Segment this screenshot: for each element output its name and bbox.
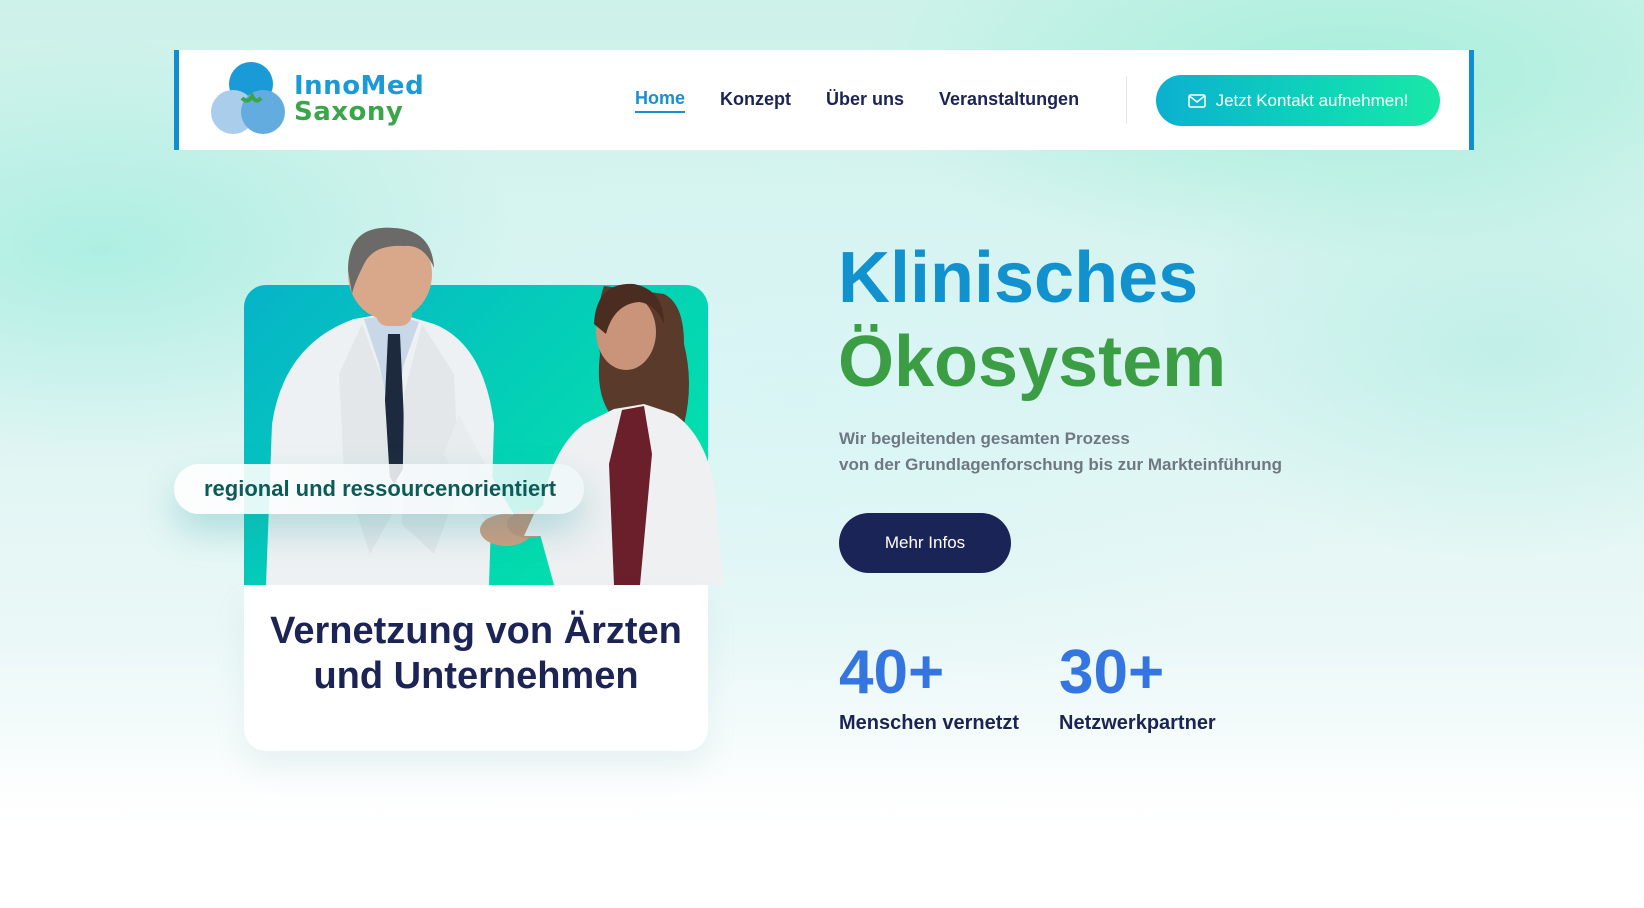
stat-people-label: Menschen vernetzt xyxy=(839,712,1020,734)
contact-button-label: Jetzt Kontakt aufnehmen! xyxy=(1215,90,1409,110)
nav-divider xyxy=(1126,76,1127,124)
main-nav: Home Konzept Über uns Veranstaltungen xyxy=(635,50,1114,150)
stat-partners-value: 30+ xyxy=(1059,638,1165,707)
mail-icon xyxy=(1187,93,1206,108)
feature-card: Vernetzung von Ärzten und Unternehmen xyxy=(244,585,708,751)
feature-card-title-line1: Vernetzung von Ärzten xyxy=(270,610,682,652)
feature-badge: regional und ressourcenorientiert xyxy=(174,464,584,514)
feature-card-title: Vernetzung von Ärzten und Unternehmen xyxy=(244,609,708,699)
more-info-button[interactable]: Mehr Infos xyxy=(839,513,1011,573)
nav-konzept[interactable]: Konzept xyxy=(720,89,791,112)
female-doctor-figure xyxy=(524,283,724,585)
logo-wordmark: InnoMed Saxony xyxy=(294,73,424,125)
contact-button[interactable]: Jetzt Kontakt aufnehmen! xyxy=(1156,75,1440,126)
nav-home[interactable]: Home xyxy=(635,88,686,113)
nav-veranstaltungen[interactable]: Veranstaltungen xyxy=(939,89,1079,112)
stat-partners: 30+ Netzwerkpartner xyxy=(1059,640,1216,735)
logo-mark-icon xyxy=(211,62,285,134)
logo-line2: Saxony xyxy=(294,97,404,127)
nav-ueber-uns[interactable]: Über uns xyxy=(826,89,904,112)
page-background-fade xyxy=(0,738,1644,908)
stat-partners-label: Netzwerkpartner xyxy=(1059,712,1216,734)
logo[interactable]: InnoMed Saxony xyxy=(209,60,429,140)
doctors-handshake-image xyxy=(266,227,724,585)
hero-title: Klinisches Ökosystem xyxy=(838,236,1226,404)
logo-line1: InnoMed xyxy=(294,71,425,101)
stat-people-value: 40+ xyxy=(839,638,945,707)
hero-subtitle-line2: von der Grundlagenforschung bis zur Mark… xyxy=(839,455,1282,474)
stat-people: 40+ Menschen vernetzt xyxy=(839,640,1019,735)
feature-card-title-line2: und Unternehmen xyxy=(313,655,639,697)
hero-subtitle-line1: Wir begleitenden gesamten Prozess xyxy=(839,429,1130,448)
hero-subtitle: Wir begleitenden gesamten Prozess von de… xyxy=(839,426,1282,478)
hero-title-line2: Ökosystem xyxy=(838,322,1227,402)
site-header: InnoMed Saxony Home Konzept Über uns Ver… xyxy=(174,50,1474,150)
hero-title-line1: Klinisches xyxy=(838,238,1199,318)
